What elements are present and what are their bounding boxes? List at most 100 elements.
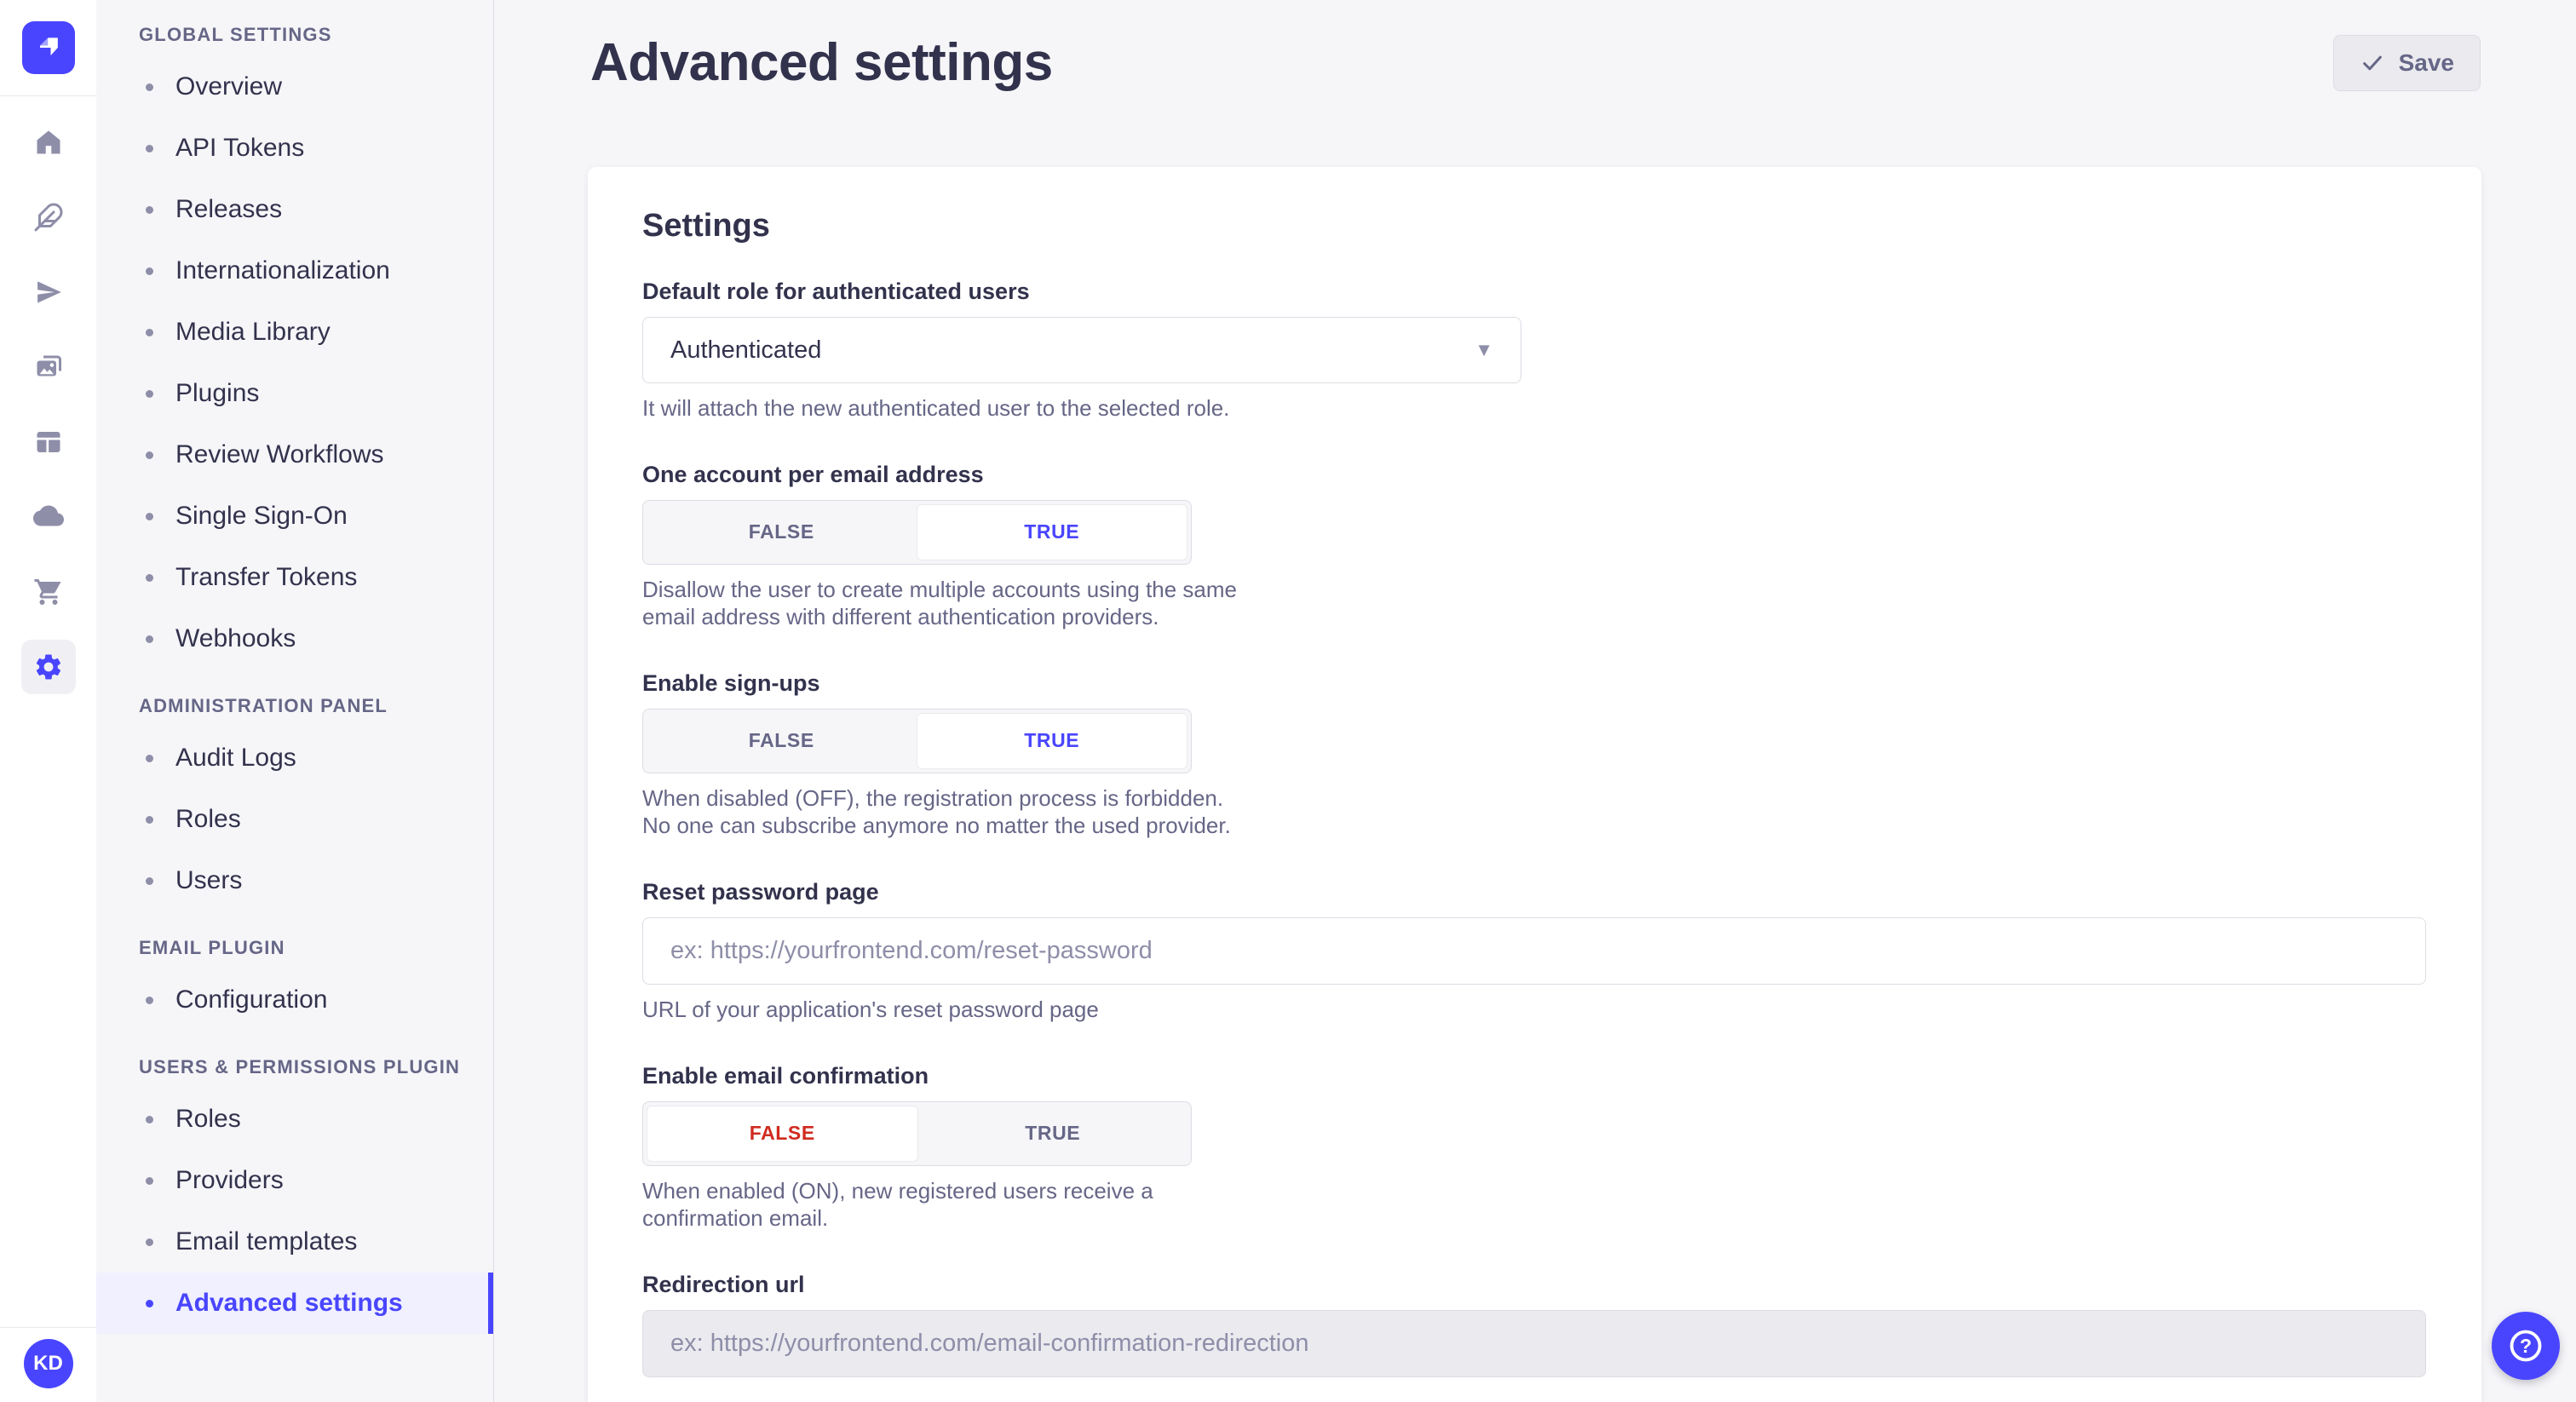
sidebar-item-email-templates[interactable]: Email templates bbox=[96, 1211, 493, 1273]
sidebar-item-label: Releases bbox=[175, 195, 282, 224]
sidebar-item-providers[interactable]: Providers bbox=[96, 1150, 493, 1211]
chevron-down-icon: ▼ bbox=[1475, 339, 1493, 361]
field-label: Default role for authenticated users bbox=[642, 279, 2427, 305]
field-default-role: Default role for authenticated users Aut… bbox=[642, 279, 2427, 422]
bullet-icon bbox=[146, 1116, 153, 1123]
strapi-logo[interactable] bbox=[22, 21, 75, 74]
sidebar-section-email-plugin: EMAIL PLUGIN Configuration bbox=[96, 937, 493, 1031]
sidebar-item-label: Advanced settings bbox=[175, 1289, 403, 1318]
cart-icon[interactable] bbox=[21, 565, 76, 619]
sidebar-item-label: Roles bbox=[175, 1105, 241, 1134]
sidebar-item-webhooks[interactable]: Webhooks bbox=[96, 608, 493, 669]
sidebar-section-global-settings: GLOBAL SETTINGS Overview API Tokens Rele… bbox=[96, 24, 493, 669]
bullet-icon bbox=[146, 997, 153, 1004]
bullet-icon bbox=[146, 1238, 153, 1246]
sidebar-section-administration-panel: ADMINISTRATION PANEL Audit Logs Roles Us… bbox=[96, 695, 493, 911]
sidebar-item-internationalization[interactable]: Internationalization bbox=[96, 240, 493, 302]
bullet-icon bbox=[146, 206, 153, 214]
sidebar-item-admin-users[interactable]: Users bbox=[96, 850, 493, 911]
field-hint: URL of your application's reset password… bbox=[642, 997, 2427, 1024]
home-icon[interactable] bbox=[21, 115, 76, 170]
rail-nav bbox=[21, 115, 76, 694]
sidebar-item-up-roles[interactable]: Roles bbox=[96, 1089, 493, 1150]
one-account-true-option[interactable]: TRUE bbox=[917, 504, 1188, 560]
sidebar-item-label: Overview bbox=[175, 72, 282, 101]
email-confirmation-false-option[interactable]: FALSE bbox=[647, 1106, 918, 1162]
help-button[interactable]: ? bbox=[2492, 1312, 2560, 1380]
sidebar-item-label: Email templates bbox=[175, 1227, 357, 1256]
sidebar-item-media-library[interactable]: Media Library bbox=[96, 302, 493, 363]
question-mark-icon: ? bbox=[2506, 1326, 2545, 1365]
feather-icon[interactable] bbox=[21, 190, 76, 244]
one-account-false-option[interactable]: FALSE bbox=[647, 504, 917, 560]
field-hint: When disabled (OFF), the registration pr… bbox=[642, 785, 1239, 840]
main-content: Advanced settings Save Settings Default … bbox=[494, 0, 2576, 1402]
field-one-account: One account per email address FALSE TRUE… bbox=[642, 462, 2427, 631]
send-icon[interactable] bbox=[21, 265, 76, 319]
sidebar-item-admin-roles[interactable]: Roles bbox=[96, 789, 493, 850]
cloud-icon[interactable] bbox=[21, 490, 76, 544]
sidebar-item-plugins[interactable]: Plugins bbox=[96, 363, 493, 424]
field-hint: Disallow the user to create multiple acc… bbox=[642, 577, 1239, 631]
sidebar-item-label: Transfer Tokens bbox=[175, 563, 357, 592]
field-label: Redirection url bbox=[642, 1272, 2427, 1298]
svg-text:?: ? bbox=[2520, 1335, 2532, 1357]
sidebar-section-users-permissions-plugin: USERS & PERMISSIONS PLUGIN Roles Provide… bbox=[96, 1056, 493, 1334]
sidebar-item-single-sign-on[interactable]: Single Sign-On bbox=[96, 486, 493, 547]
gear-icon[interactable] bbox=[21, 640, 76, 694]
rail-bottom-divider bbox=[0, 1327, 96, 1328]
sidebar-item-label: Single Sign-On bbox=[175, 502, 348, 531]
sidebar-item-label: Users bbox=[175, 866, 242, 895]
check-icon bbox=[2360, 50, 2385, 76]
strapi-logo-icon bbox=[32, 31, 66, 65]
sidebar-item-label: Providers bbox=[175, 1166, 284, 1195]
bullet-icon bbox=[146, 513, 153, 520]
field-reset-password: Reset password page URL of your applicat… bbox=[642, 879, 2427, 1024]
default-role-select[interactable]: Authenticated ▼ bbox=[642, 317, 1521, 383]
avatar[interactable]: KD bbox=[24, 1339, 73, 1388]
bullet-icon bbox=[146, 267, 153, 275]
field-redirection-url: Redirection url bbox=[642, 1272, 2427, 1377]
sidebar-item-releases[interactable]: Releases bbox=[96, 179, 493, 240]
sidebar-item-transfer-tokens[interactable]: Transfer Tokens bbox=[96, 547, 493, 608]
bullet-icon bbox=[146, 1177, 153, 1185]
sidebar-item-email-configuration[interactable]: Configuration bbox=[96, 969, 493, 1031]
bullet-icon bbox=[146, 877, 153, 885]
redirection-url-input[interactable] bbox=[642, 1310, 2426, 1377]
one-account-toggle: FALSE TRUE bbox=[642, 500, 1192, 565]
email-confirmation-true-option[interactable]: TRUE bbox=[918, 1106, 1188, 1162]
sidebar-item-label: Media Library bbox=[175, 318, 331, 347]
sidebar-item-label: API Tokens bbox=[175, 134, 304, 163]
layout-icon[interactable] bbox=[21, 415, 76, 469]
save-button[interactable]: Save bbox=[2333, 35, 2481, 91]
bullet-icon bbox=[146, 1300, 153, 1307]
page-header: Advanced settings Save bbox=[494, 0, 2576, 93]
section-title: ADMINISTRATION PANEL bbox=[139, 695, 493, 717]
sidebar-item-label: Audit Logs bbox=[175, 744, 296, 773]
settings-card: Settings Default role for authenticated … bbox=[588, 167, 2481, 1402]
sidebar-item-advanced-settings[interactable]: Advanced settings bbox=[96, 1273, 493, 1334]
enable-signups-toggle: FALSE TRUE bbox=[642, 709, 1192, 773]
rail-divider bbox=[0, 95, 96, 96]
enable-signups-true-option[interactable]: TRUE bbox=[917, 713, 1188, 769]
field-enable-signups: Enable sign-ups FALSE TRUE When disabled… bbox=[642, 670, 2427, 840]
sidebar-item-audit-logs[interactable]: Audit Logs bbox=[96, 727, 493, 789]
bullet-icon bbox=[146, 451, 153, 459]
sidebar-item-label: Webhooks bbox=[175, 624, 296, 653]
sidebar-item-api-tokens[interactable]: API Tokens bbox=[96, 118, 493, 179]
card-heading: Settings bbox=[642, 208, 2427, 244]
save-button-label: Save bbox=[2399, 49, 2454, 77]
sidebar-item-overview[interactable]: Overview bbox=[96, 56, 493, 118]
bullet-icon bbox=[146, 816, 153, 824]
enable-signups-false-option[interactable]: FALSE bbox=[647, 713, 917, 769]
section-title: GLOBAL SETTINGS bbox=[139, 24, 493, 46]
select-value: Authenticated bbox=[670, 336, 821, 365]
reset-password-input[interactable] bbox=[642, 917, 2426, 985]
bullet-icon bbox=[146, 635, 153, 643]
bullet-icon bbox=[146, 145, 153, 152]
sidebar-item-review-workflows[interactable]: Review Workflows bbox=[96, 424, 493, 486]
icon-rail: KD bbox=[0, 0, 96, 1402]
field-email-confirmation: Enable email confirmation FALSE TRUE Whe… bbox=[642, 1063, 2427, 1232]
media-library-icon[interactable] bbox=[21, 340, 76, 394]
sidebar-item-label: Plugins bbox=[175, 379, 259, 408]
